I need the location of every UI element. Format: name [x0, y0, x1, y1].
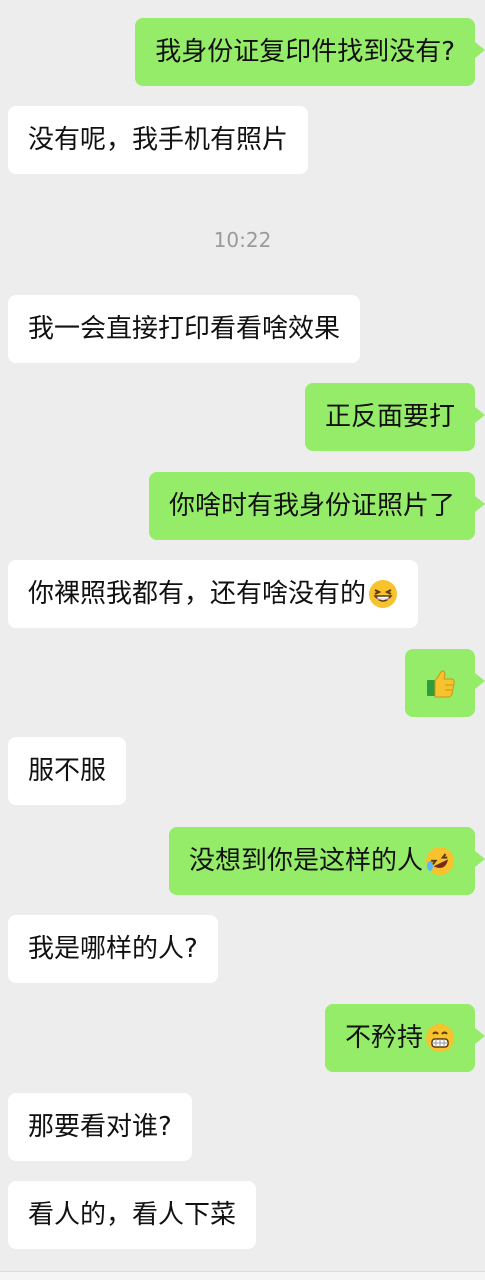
message-bubble-incoming[interactable]: 那要看对谁? — [8, 1093, 192, 1161]
thumbs-up-emoji — [427, 670, 455, 698]
message-text: 你裸照我都有，还有啥没有的 — [28, 579, 367, 609]
message-text: 那要看对谁? — [28, 1112, 172, 1142]
message-text: 我是哪样的人? — [28, 934, 198, 964]
grin-squint-emoji — [369, 580, 398, 608]
message-text: 服不服 — [28, 756, 107, 786]
message-bubble-incoming[interactable]: 看人的，看人下菜 — [8, 1181, 257, 1249]
message-bubble-outgoing[interactable] — [405, 649, 485, 717]
rolling-laugh-emoji — [426, 847, 454, 875]
chat-message-list[interactable]: 我身份证复印件找到没有? 没有呢，我手机有照片 10:22 我一会直接打印看看啥… — [0, 0, 485, 1280]
message-text: 没有呢，我手机有照片 — [28, 125, 289, 155]
message-bubble-incoming[interactable]: 我一会直接打印看看啥效果 — [8, 295, 361, 363]
timestamp: 10:22 — [213, 228, 272, 252]
message-bubble-incoming[interactable]: 服不服 — [8, 737, 127, 805]
beaming-grin-emoji — [426, 1024, 454, 1052]
message-bubble-outgoing[interactable]: 你啥时有我身份证照片了 — [148, 472, 485, 540]
message-bubble-outgoing[interactable]: 没想到你是这样的人 — [168, 827, 485, 895]
message-text: 我一会直接打印看看啥效果 — [28, 314, 341, 344]
message-text: 不矜持 — [344, 1023, 423, 1053]
message-bubble-incoming[interactable]: 你裸照我都有，还有啥没有的 — [8, 560, 419, 628]
message-bubble-outgoing[interactable]: 我身份证复印件找到没有? — [135, 18, 485, 86]
message-bubble-outgoing[interactable]: 正反面要打 — [304, 383, 485, 451]
input-bar-edge — [0, 1271, 485, 1280]
message-bubble-incoming[interactable]: 我是哪样的人? — [8, 915, 218, 983]
message-text: 我身份证复印件找到没有? — [155, 37, 455, 67]
message-text: 看人的，看人下菜 — [28, 1200, 237, 1230]
message-bubble-outgoing[interactable]: 不矜持 — [324, 1004, 485, 1072]
message-text: 正反面要打 — [324, 402, 455, 432]
message-text: 你啥时有我身份证照片了 — [168, 491, 455, 521]
message-text: 没想到你是这样的人 — [188, 846, 423, 876]
message-bubble-incoming[interactable]: 没有呢，我手机有照片 — [8, 106, 309, 174]
